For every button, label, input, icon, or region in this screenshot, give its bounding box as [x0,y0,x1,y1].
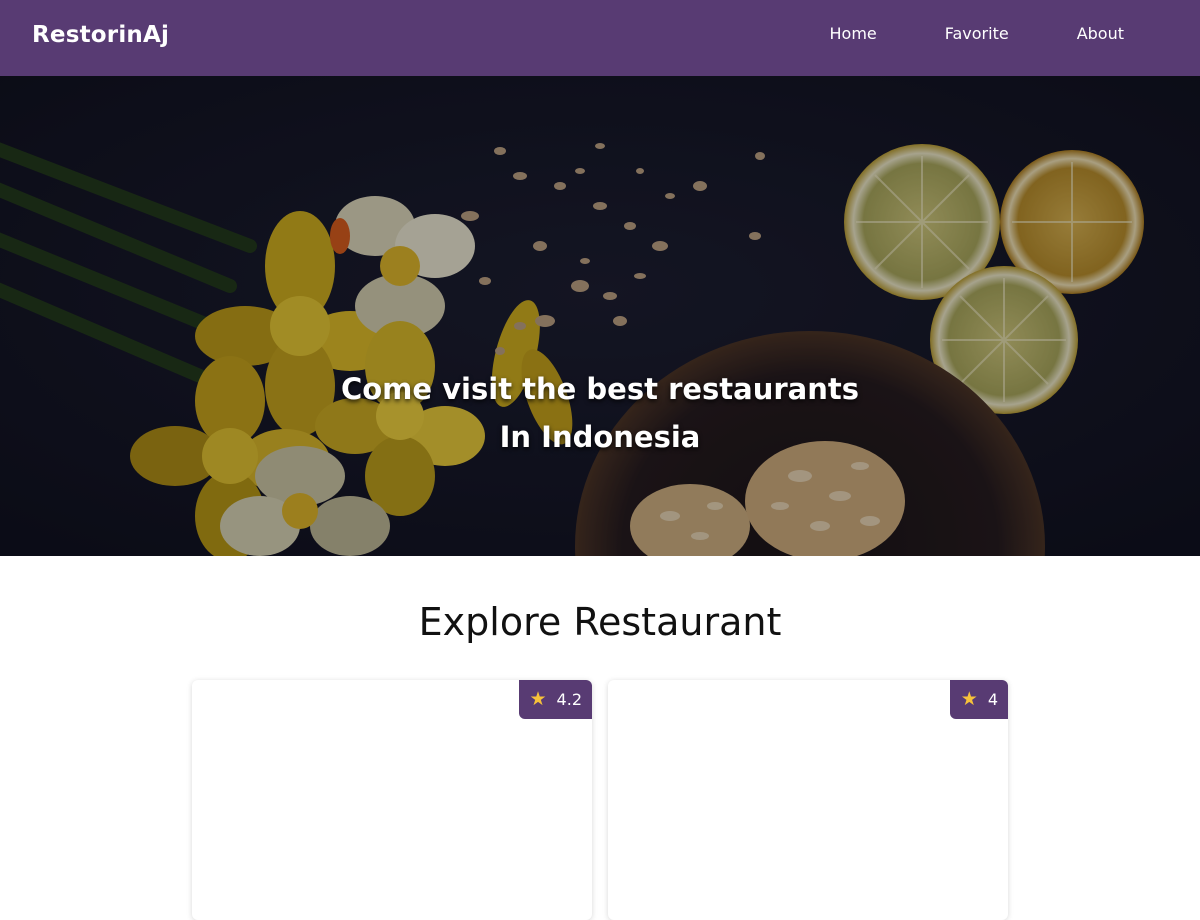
navbar: RestorinAj Home Favorite About [0,0,1200,76]
brand-logo[interactable]: RestorinAj [32,22,169,48]
star-icon: ★ [529,688,547,710]
explore-restaurant-title: Explore Restaurant [418,600,782,644]
hero-tagline: Come visit the best restaurants In Indon… [0,365,1200,461]
nav-about-link[interactable]: About [1077,24,1124,43]
rating-badge: ★ 4.2 [518,680,592,719]
rating-badge: ★ 4 [949,680,1008,719]
hero-food-image [0,76,1200,556]
nav-favorite-link[interactable]: Favorite [945,24,1009,43]
rating-value: 4.2 [556,690,582,709]
nav-home-link[interactable]: Home [830,24,877,43]
hero-tagline-line1: Come visit the best restaurants [340,372,860,406]
rating-value: 4 [987,690,998,709]
restaurant-card[interactable]: ★ 4 [608,680,1008,920]
hero-tagline-line2: In Indonesia [499,420,701,454]
nav-links: Home Favorite About [830,24,1125,43]
hero-banner: Come visit the best restaurants In Indon… [0,76,1200,556]
star-icon: ★ [960,688,978,710]
restaurant-card[interactable]: ★ 4.2 [192,680,592,920]
